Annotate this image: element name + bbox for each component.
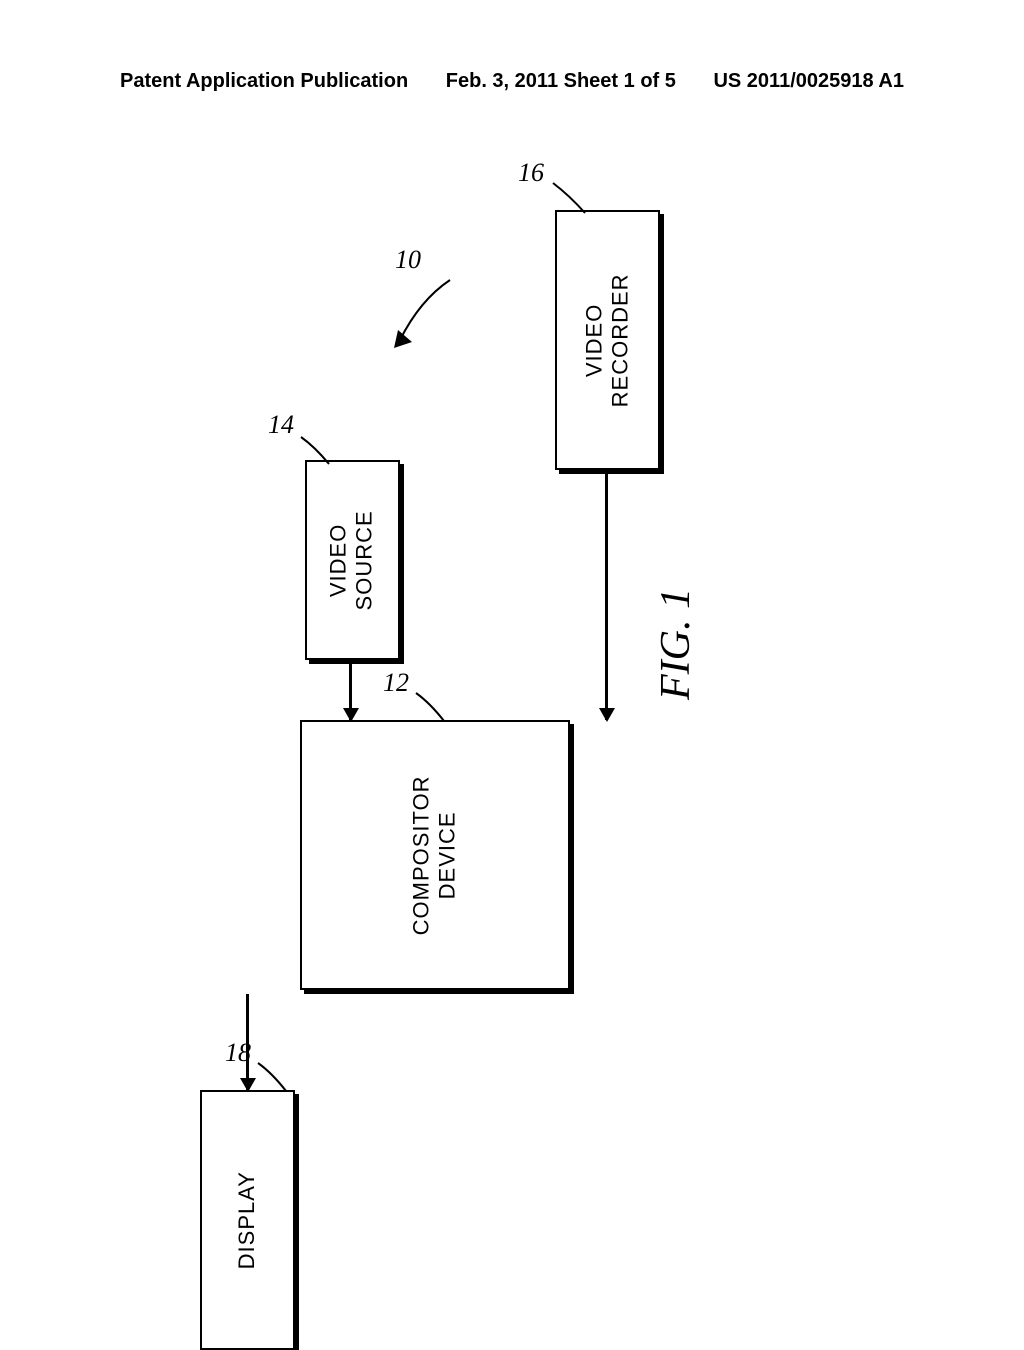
box-display: DISPLAY (200, 1090, 295, 1350)
arrow-recorder-to-compositor-v (605, 474, 608, 720)
box-video-recorder: VIDEO RECORDER (555, 210, 660, 470)
label-compositor: COMPOSITOR DEVICE (409, 775, 462, 935)
ref-source: 14 (268, 410, 294, 440)
figure-label: FIG. 1 (652, 588, 700, 700)
page: Patent Application Publication Feb. 3, 2… (0, 0, 1024, 1320)
callout-system-arrow (380, 270, 470, 360)
arrow-recorder-to-compositor-head (599, 708, 615, 722)
box-video-source: VIDEO SOURCE (305, 460, 400, 660)
callout-display (250, 1058, 300, 1098)
header-right: US 2011/0025918 A1 (713, 70, 904, 93)
callout-compositor (408, 688, 458, 728)
header-center: Feb. 3, 2011 Sheet 1 of 5 (446, 70, 676, 93)
label-video-source: VIDEO SOURCE (326, 510, 379, 610)
callout-recorder (545, 178, 595, 218)
box-compositor: COMPOSITOR DEVICE (300, 720, 570, 990)
diagram: 10 VIDEO RECORDER 16 VIDEO SOURCE 14 COM… (0, 150, 1024, 1250)
label-video-recorder: VIDEO RECORDER (581, 273, 634, 407)
arrow-source-to-compositor-head (343, 708, 359, 722)
page-header: Patent Application Publication Feb. 3, 2… (0, 70, 1024, 93)
ref-compositor: 12 (383, 668, 409, 698)
arrow-compositor-to-display-line (246, 994, 249, 1090)
callout-source (293, 432, 343, 472)
ref-system: 10 (395, 245, 421, 275)
ref-recorder: 16 (518, 158, 544, 188)
arrow-compositor-to-display-head (240, 1078, 256, 1092)
label-display: DISPLAY (234, 1171, 260, 1269)
header-left: Patent Application Publication (120, 70, 408, 93)
